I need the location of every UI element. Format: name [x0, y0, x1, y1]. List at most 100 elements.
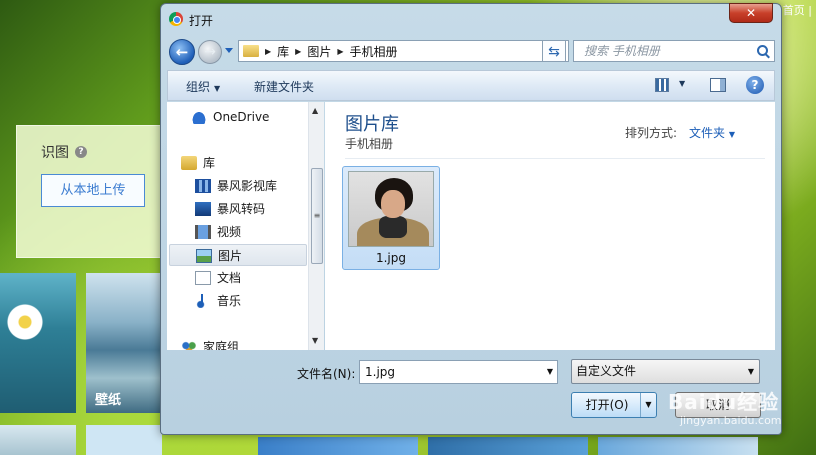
scroll-down-icon[interactable]: ▼ [312, 336, 318, 345]
sidebar-item-label: 音乐 [217, 294, 242, 308]
close-button[interactable]: ✕ [729, 3, 773, 23]
upload-local-button[interactable]: 从本地上传 [41, 174, 145, 207]
library-title: 图片库 [345, 114, 399, 135]
new-folder-button[interactable]: 新建文件夹 [254, 78, 314, 95]
chevron-right-icon[interactable]: ▶ [265, 47, 271, 56]
scroll-thumb[interactable]: ≡ [311, 168, 323, 264]
toolbar: 组织 ▼ 新建文件夹 ▼ ? [167, 70, 775, 101]
image-tile[interactable] [598, 437, 758, 455]
sidebar-item-music[interactable]: 音乐 [195, 290, 323, 312]
divider [345, 158, 765, 159]
image-tile[interactable] [258, 437, 418, 455]
filename-value: 1.jpg [365, 365, 396, 379]
dialog-title: 打开 [189, 14, 214, 28]
onedrive-icon [191, 110, 207, 124]
document-icon [195, 271, 211, 285]
chevron-down-icon: ▼ [747, 367, 754, 376]
sidebar-item-label: 图片 [218, 249, 243, 263]
file-item[interactable]: 1.jpg [342, 166, 440, 270]
sidebar-item-label: 家庭组 [203, 340, 240, 350]
image-tile[interactable] [428, 437, 588, 455]
daisy-image [6, 303, 44, 341]
sidebar-item-baofeng-library[interactable]: 暴风影视库 [195, 175, 323, 197]
shitu-panel: 识图 ? 从本地上传 [16, 125, 162, 258]
library-subtitle: 手机相册 [345, 137, 394, 151]
open-button-label: 打开(O) [585, 398, 629, 412]
arrange-by-label: 排列方式: [625, 126, 678, 140]
file-type-value: 自定义文件 [576, 364, 637, 378]
photo-scarf [379, 216, 407, 238]
arrange-by-value: 文件夹 [689, 126, 726, 140]
sidebar-item-label: 视频 [217, 225, 242, 239]
recent-locations-dropdown[interactable] [225, 48, 233, 53]
video-library-icon [195, 202, 211, 216]
watermark-logo: Baidu经验 [668, 390, 780, 414]
back-button[interactable]: ← [169, 39, 195, 65]
wallpaper-label: 壁纸 [95, 393, 122, 408]
filename-label: 文件名(N): [297, 367, 356, 381]
open-button[interactable]: 打开(O) ▼ [571, 392, 657, 418]
sidebar-item-label: 暴风影视库 [217, 179, 278, 193]
forward-button[interactable]: → [198, 40, 222, 64]
daisy-tile[interactable] [0, 273, 76, 413]
chevron-right-icon[interactable]: ▶ [337, 47, 343, 56]
scroll-up-icon[interactable]: ▲ [312, 106, 318, 115]
chevron-down-icon[interactable]: ▼ [640, 393, 656, 417]
chevron-down-icon: ▼ [214, 84, 221, 93]
search-input[interactable]: 搜索 手机相册 [573, 40, 775, 62]
chevron-right-icon[interactable]: ▶ [295, 47, 301, 56]
file-name: 1.jpg [375, 251, 407, 265]
content-pane: 图片库 手机相册 排列方式: 文件夹 ▼ 1.jpg [325, 102, 775, 350]
folder-icon [243, 45, 259, 57]
sidebar-item-label: OneDrive [213, 110, 270, 124]
library-icon [181, 156, 197, 170]
chrome-icon [169, 12, 183, 26]
sidebar-item-library[interactable]: 库 [181, 152, 321, 174]
wallpaper-tile[interactable]: 壁纸 [86, 273, 162, 413]
picture-icon [196, 249, 212, 263]
watermark-url: jingyan.baidu.com [680, 414, 782, 427]
sidebar-item-pictures[interactable]: 图片 [169, 244, 307, 266]
preview-pane-icon[interactable] [710, 78, 726, 92]
video-icon [195, 225, 211, 239]
nav-scrollbar[interactable]: ▲ ≡ ▼ [308, 102, 324, 350]
navigation-pane: OneDrive 库 暴风影视库 暴风转码 视频 图片 文档 音乐 家庭组 [167, 102, 324, 350]
address-bar[interactable]: ▶ 库 ▶ 图片 ▶ 手机相册 ▼ [238, 40, 615, 62]
image-tile[interactable] [0, 425, 76, 455]
sidebar-item-label: 暴风转码 [217, 202, 266, 216]
help-icon[interactable]: ? [75, 146, 87, 158]
file-type-select[interactable]: 自定义文件 ▼ [571, 359, 760, 384]
title-bar[interactable]: 打开 ✕ [161, 3, 781, 34]
sidebar-item-label: 文档 [217, 271, 242, 285]
chevron-down-icon[interactable]: ▼ [679, 79, 685, 88]
search-icon[interactable] [757, 45, 768, 56]
file-thumbnail [348, 171, 434, 247]
view-options-icon[interactable] [655, 78, 669, 92]
breadcrumb-pictures[interactable]: 图片 [307, 43, 331, 60]
refresh-icon[interactable]: ⇆ [542, 40, 566, 62]
sidebar-item-onedrive[interactable]: OneDrive [191, 106, 323, 128]
homegroup-icon [181, 340, 197, 350]
sidebar-item-homegroup[interactable]: 家庭组 [181, 336, 321, 350]
arrange-by-dropdown[interactable]: 文件夹 ▼ [689, 124, 735, 141]
search-placeholder: 搜索 手机相册 [584, 44, 660, 58]
photo-face [381, 190, 405, 218]
sidebar-item-documents[interactable]: 文档 [195, 267, 323, 289]
shitu-label: 识图 [41, 145, 69, 161]
organize-button[interactable]: 组织 ▼ [186, 78, 220, 95]
music-icon [195, 294, 211, 308]
chevron-down-icon[interactable]: ▼ [547, 361, 553, 383]
breadcrumb-phone-album[interactable]: 手机相册 [350, 43, 398, 60]
breadcrumb-library[interactable]: 库 [277, 43, 289, 60]
shitu-header: 识图 ? [41, 142, 87, 162]
organize-label: 组织 [186, 80, 211, 94]
open-file-dialog: 打开 ✕ ← → ▶ 库 ▶ 图片 ▶ 手机相册 ▼ ⇆ 搜索 手机相册 组织▼… [160, 3, 782, 435]
filename-input[interactable]: 1.jpg ▼ [359, 360, 558, 384]
chevron-down-icon: ▼ [728, 130, 735, 139]
sidebar-item-videos[interactable]: 视频 [195, 221, 323, 243]
sidebar-item-label: 库 [203, 156, 216, 170]
video-library-icon [195, 179, 211, 193]
sidebar-item-baofeng-transcode[interactable]: 暴风转码 [195, 198, 323, 220]
image-tile[interactable] [86, 425, 162, 455]
help-icon[interactable]: ? [746, 76, 764, 94]
